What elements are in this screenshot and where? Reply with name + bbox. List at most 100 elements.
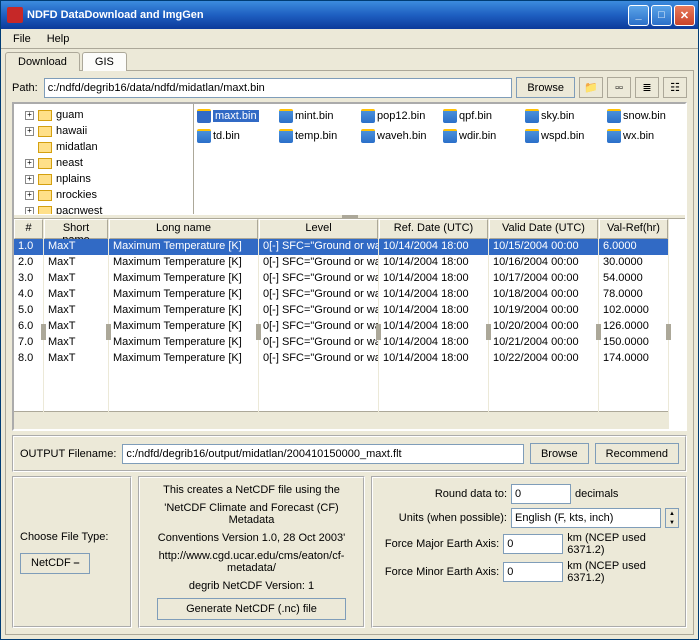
close-button[interactable]: ✕ [674, 5, 695, 26]
grid-cell[interactable]: 10/17/2004 00:00 [489, 271, 598, 287]
grid-cell[interactable]: Maximum Temperature [K] [109, 287, 258, 303]
grid-cell[interactable]: 78.0000 [599, 287, 668, 303]
tree-item[interactable]: +neast [17, 155, 190, 171]
column-header[interactable]: Short name [44, 219, 108, 239]
grid-cell[interactable]: 10/22/2004 00:00 [489, 351, 598, 367]
grid-cell[interactable]: 150.0000 [599, 335, 668, 351]
grid-cell[interactable]: Maximum Temperature [K] [109, 335, 258, 351]
grid-cell[interactable]: 10/21/2004 00:00 [489, 335, 598, 351]
file-item[interactable]: sky.bin [525, 107, 599, 125]
grid-cell[interactable]: 10/19/2004 00:00 [489, 303, 598, 319]
grid-cell[interactable]: 0[-] SFC="Ground or wa [259, 255, 378, 271]
tree-item[interactable]: +guam [17, 107, 190, 123]
tree-item[interactable]: +nrockies [17, 187, 190, 203]
grid-cell[interactable]: 4.0 [14, 287, 43, 303]
tree-item[interactable]: +pacnwest [17, 203, 190, 214]
column-header[interactable]: Level [259, 219, 378, 239]
minor-axis-input[interactable] [503, 562, 563, 582]
browse-path-button[interactable]: Browse [516, 77, 575, 98]
grid-cell[interactable]: 8.0 [14, 351, 43, 367]
column-header[interactable]: Valid Date (UTC) [489, 219, 598, 239]
file-item[interactable]: temp.bin [279, 127, 353, 145]
major-axis-input[interactable] [503, 534, 563, 554]
grid-cell[interactable]: Maximum Temperature [K] [109, 271, 258, 287]
column-header[interactable]: Val-Ref(hr) [599, 219, 668, 239]
grid-cell[interactable]: 0[-] SFC="Ground or wa [259, 239, 378, 255]
round-input[interactable] [511, 484, 571, 504]
grid-cell[interactable]: 54.0000 [599, 271, 668, 287]
minimize-button[interactable]: _ [628, 5, 649, 26]
grid-cell[interactable]: MaxT [44, 335, 108, 351]
grid-cell[interactable]: 0[-] SFC="Ground or wa [259, 287, 378, 303]
folder-tree[interactable]: +guam+hawaiimidatlan+neast+nplains+nrock… [14, 104, 194, 214]
grid-cell[interactable]: 10/14/2004 18:00 [379, 239, 488, 255]
tab-download[interactable]: Download [5, 52, 80, 71]
grid-cell[interactable]: 0[-] SFC="Ground or wa [259, 351, 378, 367]
filetype-button[interactable]: NetCDF ⎯ [20, 553, 90, 574]
grid-cell[interactable]: MaxT [44, 303, 108, 319]
maximize-button[interactable]: □ [651, 5, 672, 26]
titlebar[interactable]: NDFD DataDownload and ImgGen _ □ ✕ [1, 1, 698, 29]
file-item[interactable]: qpf.bin [443, 107, 517, 125]
grid-cell[interactable]: 10/14/2004 18:00 [379, 319, 488, 335]
grid-cell[interactable]: 1.0 [14, 239, 43, 255]
grid-cell[interactable]: 10/14/2004 18:00 [379, 287, 488, 303]
browse-output-button[interactable]: Browse [530, 443, 589, 464]
grid-cell[interactable]: 126.0000 [599, 319, 668, 335]
grid-cell[interactable]: MaxT [44, 271, 108, 287]
grid-cell[interactable]: Maximum Temperature [K] [109, 239, 258, 255]
expand-icon[interactable]: + [25, 159, 34, 168]
column-header[interactable]: # [14, 219, 43, 239]
file-view[interactable]: maxt.bin mint.bin pop12.bin qpf.bin sky.bin s… [194, 104, 685, 214]
grid-cell[interactable]: 102.0000 [599, 303, 668, 319]
recommend-button[interactable]: Recommend [595, 443, 679, 464]
expand-icon[interactable]: + [25, 175, 34, 184]
grid-cell[interactable]: MaxT [44, 287, 108, 303]
grid-cell[interactable]: 0[-] SFC="Ground or wa [259, 271, 378, 287]
file-item[interactable]: mint.bin [279, 107, 353, 125]
up-folder-button[interactable]: 📁 [579, 77, 603, 98]
grid-cell[interactable]: 10/14/2004 18:00 [379, 271, 488, 287]
column-header[interactable]: Ref. Date (UTC) [379, 219, 488, 239]
grid-cell[interactable]: Maximum Temperature [K] [109, 351, 258, 367]
path-input[interactable] [44, 78, 513, 98]
view-detail-button[interactable]: ☷ [663, 77, 687, 98]
grid-cell[interactable]: 0[-] SFC="Ground or wa [259, 303, 378, 319]
grid-cell[interactable]: 2.0 [14, 255, 43, 271]
menu-help[interactable]: Help [39, 31, 78, 47]
grid-cell[interactable]: 3.0 [14, 271, 43, 287]
file-item[interactable]: wx.bin [607, 127, 681, 145]
grid-cell[interactable]: 10/14/2004 18:00 [379, 255, 488, 271]
file-item[interactable]: wspd.bin [525, 127, 599, 145]
output-filename-input[interactable] [122, 444, 524, 464]
grid-cell[interactable]: Maximum Temperature [K] [109, 255, 258, 271]
grid-cell[interactable]: 10/14/2004 18:00 [379, 335, 488, 351]
generate-button[interactable]: Generate NetCDF (.nc) file [157, 598, 347, 620]
grid-cell[interactable]: 5.0 [14, 303, 43, 319]
grid-cell[interactable]: Maximum Temperature [K] [109, 303, 258, 319]
file-item[interactable]: snow.bin [607, 107, 681, 125]
file-item[interactable]: pop12.bin [361, 107, 435, 125]
expand-icon[interactable]: + [25, 207, 34, 215]
grid-cell[interactable]: 6.0 [14, 319, 43, 335]
grid-cell[interactable]: MaxT [44, 351, 108, 367]
expand-icon[interactable]: + [25, 111, 34, 120]
file-item[interactable]: td.bin [197, 127, 271, 145]
file-item[interactable]: maxt.bin [197, 107, 271, 125]
grid-cell[interactable]: MaxT [44, 255, 108, 271]
menu-file[interactable]: File [5, 31, 39, 47]
tree-item[interactable]: +nplains [17, 171, 190, 187]
view-small-button[interactable]: ▫▫ [607, 77, 631, 98]
grid-cell[interactable]: 10/16/2004 00:00 [489, 255, 598, 271]
grid-cell[interactable]: 30.0000 [599, 255, 668, 271]
grid-cell[interactable]: MaxT [44, 319, 108, 335]
column-resize-grip[interactable] [666, 324, 671, 340]
grid-cell[interactable]: Maximum Temperature [K] [109, 319, 258, 335]
grid-cell[interactable]: 10/18/2004 00:00 [489, 287, 598, 303]
grid-cell[interactable]: 6.0000 [599, 239, 668, 255]
expand-icon[interactable]: + [25, 127, 34, 136]
column-header[interactable]: Long name [109, 219, 258, 239]
grid-cell[interactable]: 10/14/2004 18:00 [379, 351, 488, 367]
grid-cell[interactable]: 10/14/2004 18:00 [379, 303, 488, 319]
file-item[interactable]: waveh.bin [361, 127, 435, 145]
